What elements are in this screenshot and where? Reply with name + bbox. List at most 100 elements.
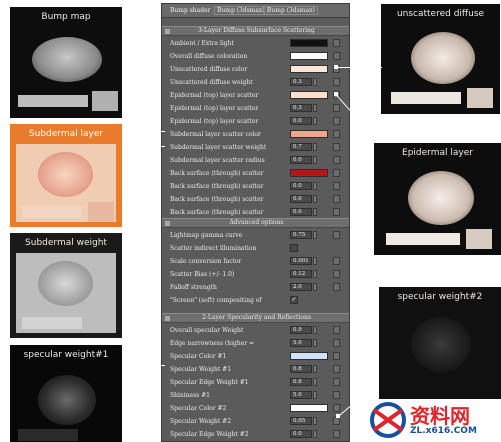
checkbox[interactable]: ✓ — [290, 296, 298, 304]
map-slot-button[interactable] — [333, 283, 340, 291]
connector-line — [123, 131, 165, 132]
thumb-bump-map: Bump map — [10, 7, 122, 118]
numeric-field[interactable]: 5.0 — [290, 339, 312, 347]
numeric-field[interactable]: 0.7 — [290, 143, 312, 151]
bump-map-button-2[interactable]: Bump (3dsmax) — [264, 6, 318, 15]
numeric-field[interactable]: 0.75 — [290, 231, 312, 239]
map-slot-button[interactable] — [333, 169, 340, 177]
parameter-label: Epidermal (top) layer scatter — [170, 118, 259, 125]
spinner-icon[interactable] — [313, 326, 317, 334]
numeric-field[interactable]: 0.9 — [290, 326, 312, 334]
numeric-field[interactable]: 0.12 — [290, 270, 312, 278]
color-swatch[interactable] — [290, 65, 328, 73]
map-slot-button[interactable] — [333, 104, 340, 112]
map-slot-button[interactable] — [333, 130, 340, 138]
thumb-epidermal-layer: Epidermal layer — [374, 143, 501, 255]
map-slot-button[interactable] — [333, 208, 340, 216]
spinner-icon[interactable] — [313, 208, 317, 216]
spinner-icon[interactable] — [313, 339, 317, 347]
map-slot-button[interactable] — [333, 156, 340, 164]
bump-shader-label: Bump shader — [170, 7, 211, 14]
rollout-toggle-icon[interactable] — [165, 316, 170, 321]
map-slot-button[interactable] — [333, 352, 340, 360]
numeric-field[interactable]: 0.0 — [290, 195, 312, 203]
parameter-row: Back surface (through) scatter 0.0 — [162, 194, 349, 205]
numeric-field[interactable]: 2.0 — [290, 283, 312, 291]
numeric-field[interactable]: 0.3 — [290, 78, 312, 86]
color-swatch[interactable] — [290, 352, 328, 360]
map-slot-button[interactable] — [333, 195, 340, 203]
numeric-field[interactable]: 0.001 — [290, 257, 312, 265]
map-slot-button[interactable] — [333, 417, 340, 425]
section-specularity[interactable]: 2-Layer Specularity and Reflections — [162, 313, 349, 323]
color-swatch[interactable] — [290, 52, 328, 60]
spinner-icon[interactable] — [313, 257, 317, 265]
connector-end — [334, 92, 338, 96]
parameter-label: Falloff strength — [170, 284, 217, 291]
spinner-icon[interactable] — [313, 391, 317, 399]
spinner-icon[interactable] — [313, 143, 317, 151]
section-diffuse-sss[interactable]: 3-Layer Diffuse Subsurface Scattering — [162, 26, 349, 36]
map-slot-button[interactable] — [333, 391, 340, 399]
numeric-field[interactable]: 0.0 — [290, 430, 312, 438]
map-slot-button[interactable] — [333, 430, 340, 438]
numeric-field[interactable]: 0.0 — [290, 208, 312, 216]
parameter-row: Scale conversion factor 0.001 — [162, 256, 349, 267]
numeric-field[interactable]: 0.05 — [290, 417, 312, 425]
map-slot-button[interactable] — [333, 404, 340, 412]
map-slot-button[interactable] — [333, 117, 340, 125]
spinner-icon[interactable] — [313, 104, 317, 112]
numeric-field[interactable]: 0.0 — [290, 117, 312, 125]
color-swatch[interactable] — [290, 404, 328, 412]
spinner-icon[interactable] — [313, 231, 317, 239]
color-swatch[interactable] — [290, 91, 328, 99]
spinner-icon[interactable] — [313, 417, 317, 425]
map-slot-button[interactable] — [333, 231, 340, 239]
numeric-field[interactable]: 0.8 — [290, 365, 312, 373]
map-slot-button[interactable] — [333, 78, 340, 86]
section-title: Advanced options — [229, 219, 284, 226]
numeric-field[interactable]: 0.0 — [290, 182, 312, 190]
rollout-toggle-icon[interactable] — [165, 29, 170, 34]
map-slot-button[interactable] — [333, 378, 340, 386]
section-title: 2-Layer Specularity and Reflections — [202, 314, 311, 321]
numeric-field[interactable]: 0.3 — [290, 104, 312, 112]
map-slot-button[interactable] — [333, 143, 340, 151]
color-swatch[interactable] — [290, 130, 328, 138]
spinner-icon[interactable] — [313, 182, 317, 190]
spinner-icon[interactable] — [313, 156, 317, 164]
numeric-field[interactable]: 0.0 — [290, 156, 312, 164]
map-slot-button[interactable] — [333, 339, 340, 347]
spinner-icon[interactable] — [313, 270, 317, 278]
parameter-row: Subdermal layer scatter radius 0.0 — [162, 155, 349, 166]
checkbox[interactable] — [290, 244, 298, 252]
spinner-icon[interactable] — [313, 430, 317, 438]
map-slot-button[interactable] — [333, 270, 340, 278]
parameter-label: Scatter Bias (+/- 1.0) — [170, 271, 235, 278]
connector-end — [336, 414, 340, 418]
parameter-row: Specular Weight #1 0.8 — [162, 364, 349, 375]
section-advanced-options[interactable]: Advanced options — [162, 218, 349, 228]
spinner-icon[interactable] — [313, 378, 317, 386]
map-slot-button[interactable] — [333, 326, 340, 334]
spinner-icon[interactable] — [313, 117, 317, 125]
map-slot-button[interactable] — [333, 182, 340, 190]
bump-map-button-1[interactable]: Bump (3dsmax) — [214, 6, 268, 15]
map-slot-button[interactable] — [333, 52, 340, 60]
map-slot-button[interactable] — [333, 257, 340, 265]
spinner-icon[interactable] — [313, 195, 317, 203]
rollout-toggle-icon[interactable] — [165, 221, 170, 226]
numeric-field[interactable]: 0.8 — [290, 378, 312, 386]
thumb-unscattered-diffuse: unscattered diffuse — [381, 4, 500, 114]
spinner-icon[interactable] — [313, 283, 317, 291]
map-slot-button[interactable] — [333, 39, 340, 47]
map-slot-button[interactable] — [333, 365, 340, 373]
color-swatch[interactable] — [290, 39, 328, 47]
parameter-row: Epidermal (top) layer scatter — [162, 90, 349, 101]
color-swatch[interactable] — [290, 169, 328, 177]
parameter-row: Unscattered diffuse weight 0.3 — [162, 77, 349, 88]
spinner-icon[interactable] — [313, 78, 317, 86]
parameter-row: Overall specular Weight 0.9 — [162, 325, 349, 336]
spinner-icon[interactable] — [313, 365, 317, 373]
numeric-field[interactable]: 5.0 — [290, 391, 312, 399]
